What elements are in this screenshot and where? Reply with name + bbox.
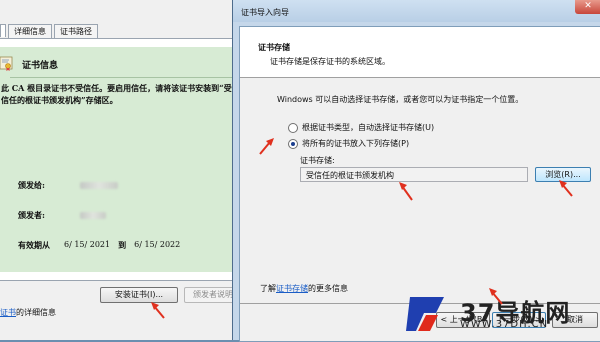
certificate-icon: [0, 56, 13, 71]
watermark-url: WWW.37DH.CN: [460, 319, 549, 330]
tab-certification-path[interactable]: 证书路径: [54, 24, 98, 38]
validity-label: 有效期从: [18, 240, 50, 250]
validity-to: 6/ 15/ 2022: [134, 240, 181, 249]
store-field-label: 证书存储:: [300, 156, 335, 165]
certificate-info-box: [0, 47, 236, 272]
certificate-window: 详细信息 证书路径 证书信息 此 CA 根目录证书不受信任。要启用信任，请将该证…: [0, 0, 242, 340]
store-learn-more-prefix: 了解: [260, 284, 276, 293]
issued-by-value-redacted: [80, 212, 106, 219]
issued-by-label: 颁发者:: [18, 210, 45, 220]
watermark-logo: [406, 297, 444, 331]
wizard-header: 证书存储 证书存储是保存证书的系统区域。: [240, 27, 600, 78]
radio-auto[interactable]: [288, 122, 298, 133]
wizard-title: 证书导入向导: [241, 8, 289, 17]
annotation-arrow-store-field: [399, 182, 413, 201]
validity-to-label: 到: [118, 240, 127, 250]
store-learn-more-link[interactable]: 证书存储: [276, 284, 308, 293]
certificate-learn-more-link[interactable]: 证书: [0, 308, 16, 317]
divider: [10, 77, 232, 78]
annotation-arrow-browse: [559, 180, 573, 197]
issued-to-value-redacted: [80, 182, 118, 189]
annotation-arrow-next: [489, 288, 503, 305]
validity-from: 6/ 15/ 2021: [64, 240, 111, 249]
certificate-learn-more-suffix: 的详细信息: [16, 308, 56, 317]
annotation-arrow-install: [151, 302, 165, 319]
certificate-import-wizard: 证书导入向导 ✕ 证书存储 证书存储是保存证书的系统区域。 Windows 可以…: [232, 0, 600, 342]
option-manual-label: 将所有的证书放入下列存储(P): [302, 139, 410, 148]
wizard-page-title: 证书存储: [258, 43, 290, 52]
option-place-in-store[interactable]: 将所有的证书放入下列存储(P): [288, 138, 409, 149]
option-auto-select-store[interactable]: 根据证书类型，自动选择证书存储(U): [288, 122, 434, 133]
issued-to-label: 颁发给:: [18, 180, 45, 190]
validity-period: 有效期从 6/ 15/ 2021 到 6/ 15/ 2022: [18, 240, 242, 251]
certificate-learn-more: 证书的详细信息: [0, 307, 56, 318]
radio-manual[interactable]: [288, 138, 298, 149]
option-auto-label: 根据证书类型，自动选择证书存储(U): [302, 123, 435, 132]
store-learn-more-suffix: 的更多信息: [308, 284, 348, 293]
annotation-arrow-place-in-store: [259, 138, 274, 155]
wizard-intro-text: Windows 可以自动选择证书存储，或者您可以为证书指定一个位置。: [277, 95, 524, 104]
tab-details[interactable]: 详细信息: [8, 24, 52, 38]
wizard-body: 证书存储 证书存储是保存证书的系统区域。 Windows 可以自动选择证书存储，…: [239, 26, 600, 342]
close-icon[interactable]: ✕: [575, 0, 600, 14]
wizard-page-subtitle: 证书存储是保存证书的系统区域。: [270, 57, 390, 66]
certificate-tabs: 详细信息 证书路径: [0, 24, 98, 38]
wizard-titlebar[interactable]: 证书导入向导 ✕: [233, 0, 600, 22]
untrusted-warning: 此 CA 根目录证书不受信任。要启用信任，请将该证书安装到“受信任的根证书颁发机…: [1, 83, 232, 105]
certificate-info-title: 证书信息: [22, 61, 59, 71]
tab-general[interactable]: [0, 24, 6, 37]
store-learn-more: 了解证书存储的更多信息: [260, 283, 348, 294]
